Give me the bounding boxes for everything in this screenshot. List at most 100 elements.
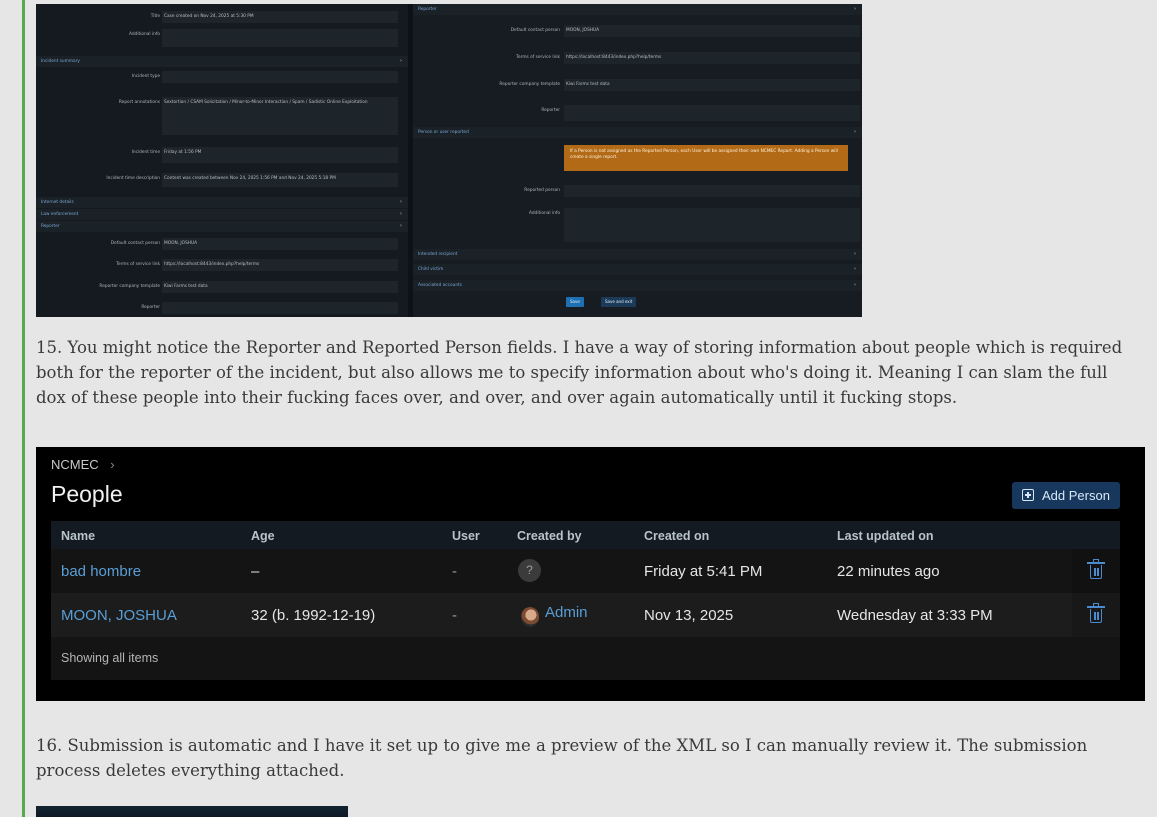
chevron-right-icon: ›	[854, 282, 856, 288]
field-input[interactable]: Kiwi Farms test data	[162, 281, 398, 293]
column-header-user[interactable]: User	[452, 529, 480, 543]
form-row-right: Reporter company template Kiwi Farms test…	[413, 78, 862, 92]
column-header-created-by[interactable]: Created by	[517, 529, 582, 543]
field-input[interactable]: Friday at 1:56 PM	[162, 147, 398, 163]
field-label: Title	[150, 14, 160, 19]
field-input[interactable]	[162, 302, 398, 314]
delete-button[interactable]	[1072, 549, 1120, 593]
section-label: Internet details	[41, 200, 74, 205]
people-table: Name Age User Created by Created on Last…	[51, 521, 1120, 680]
field-label: Reporter company template	[499, 82, 560, 87]
field-input[interactable]: https://localhost:8443/index.php?help/te…	[564, 52, 860, 64]
created-on: Nov 13, 2025	[644, 607, 734, 624]
person-age: –	[251, 563, 260, 580]
table-footer: Showing all items	[51, 637, 1120, 680]
form-row-left: Report annotations Sextortion / CSAM Soli…	[36, 96, 408, 136]
column-header-name[interactable]: Name	[61, 529, 95, 543]
field-input[interactable]: https://localhost:8443/index.php?help/te…	[162, 259, 398, 271]
created-on: Friday at 5:41 PM	[644, 563, 763, 580]
form-row-left: Reporter	[36, 301, 408, 315]
breadcrumb-ncmec[interactable]: NCMEC	[51, 457, 99, 472]
field-label: Default contact person	[510, 28, 560, 33]
field-input[interactable]	[162, 71, 398, 83]
person-age: 32 (b. 1992-12-19)	[251, 607, 376, 624]
form-row-left: Default contact person MOON, JOSHUA	[36, 237, 408, 251]
field-input[interactable]	[564, 208, 860, 242]
field-label: Report annotations	[118, 100, 160, 105]
field-input[interactable]: Content was created between Nov 24, 2025…	[162, 173, 398, 187]
field-input[interactable]	[564, 105, 860, 121]
section-label: Law enforcement	[41, 212, 79, 217]
last-updated: 22 minutes ago	[837, 563, 940, 580]
chevron-right-icon: ›	[400, 223, 402, 229]
form-row-left: Title Case created on Nov 24, 2025 at 5:3…	[36, 10, 408, 24]
form-section-right[interactable]: Associated accounts ›	[413, 280, 862, 291]
form-section-left[interactable]: Law enforcement ›	[36, 209, 408, 220]
form-section-right[interactable]: Child victim ›	[413, 264, 862, 275]
form-section-left[interactable]: Incident summary ›	[36, 56, 408, 67]
person-user: -	[452, 607, 457, 624]
chevron-right-icon: ›	[854, 266, 856, 272]
field-label: Incident time	[131, 150, 160, 155]
table-row[interactable]: bad hombre – - ? Friday at 5:41 PM 22 mi…	[51, 549, 1120, 593]
last-updated: Wednesday at 3:33 PM	[837, 607, 993, 624]
save-button[interactable]: Save	[566, 297, 584, 307]
column-header-last-updated[interactable]: Last updated on	[837, 529, 934, 543]
field-label: Incident time description	[106, 176, 160, 181]
section-label: Person or user reported	[418, 130, 469, 135]
chevron-right-icon: ›	[400, 211, 402, 217]
field-label: Default contact person	[110, 241, 160, 246]
form-left-column: Title Case created on Nov 24, 2025 at 5:3…	[36, 4, 408, 317]
plus-square-icon	[1022, 489, 1034, 501]
field-label: Reporter	[141, 305, 160, 310]
avatar	[521, 607, 539, 627]
field-input[interactable]: Case created on Nov 24, 2025 at 5:30 PM	[162, 11, 398, 23]
showing-items-label: Showing all items	[61, 651, 159, 665]
section-label: Reporter	[418, 7, 437, 12]
paragraph-15: 15. You might notice the Reporter and Re…	[36, 338, 1123, 407]
form-row-left: Incident time Friday at 1:56 PM	[36, 146, 408, 164]
field-input[interactable]: MOON, JOSHUA	[564, 25, 860, 37]
form-section-right[interactable]: Person or user reported ›	[413, 127, 862, 138]
field-input[interactable]: Kiwi Farms test data	[564, 79, 860, 91]
page-margin	[0, 0, 12, 817]
field-label: Terms of service link	[116, 262, 160, 267]
column-header-created-on[interactable]: Created on	[644, 529, 709, 543]
section-label: Incident summary	[41, 59, 80, 64]
form-section-left[interactable]: Reporter ›	[36, 221, 408, 232]
field-label: Terms of service link	[516, 55, 560, 60]
table-header: Name Age User Created by Created on Last…	[51, 521, 1120, 549]
form-section-right[interactable]: Intended recipient ›	[413, 249, 862, 260]
quote-rule	[22, 0, 25, 817]
form-row-right: Terms of service link https://localhost:8…	[413, 51, 862, 65]
column-header-age[interactable]: Age	[251, 529, 275, 543]
section-label: Child victim	[418, 267, 444, 272]
people-screenshot: NCMEC › People Add Person Name Age User …	[36, 447, 1145, 701]
field-input[interactable]: MOON, JOSHUA	[162, 238, 398, 250]
table-row[interactable]: MOON, JOSHUA 32 (b. 1992-12-19) - Admin …	[51, 593, 1120, 637]
person-user: -	[452, 563, 457, 580]
form-row-right: Reporter	[413, 104, 862, 122]
field-input[interactable]: Sextortion / CSAM Solicitation / Minor-t…	[162, 97, 398, 135]
chevron-right-icon: ›	[400, 58, 402, 64]
form-section-left[interactable]: Internet details ›	[36, 197, 408, 208]
person-name-link[interactable]: MOON, JOSHUA	[61, 607, 177, 624]
field-label: Incident type	[131, 74, 160, 79]
form-row-left: Terms of service link https://localhost:8…	[36, 258, 408, 272]
delete-button[interactable]	[1072, 593, 1120, 637]
section-label: Associated accounts	[418, 283, 463, 288]
field-input[interactable]	[564, 185, 860, 197]
chevron-right-icon: ›	[854, 129, 856, 135]
chevron-right-icon: ›	[854, 6, 856, 12]
form-row-right: Default contact person MOON, JOSHUA	[413, 24, 862, 38]
created-by-link[interactable]: Admin	[545, 604, 588, 621]
breadcrumb: NCMEC ›	[51, 457, 115, 472]
person-name-link[interactable]: bad hombre	[61, 563, 141, 580]
form-section-right[interactable]: Reporter ›	[413, 4, 862, 15]
field-input[interactable]	[162, 29, 398, 47]
form-row-left: Incident time description Content was cre…	[36, 172, 408, 188]
save-and-exit-button[interactable]: Save and exit	[601, 297, 637, 307]
form-row-right: Additional info	[413, 207, 862, 243]
add-person-button[interactable]: Add Person	[1012, 482, 1120, 509]
form-row-left: Incident type	[36, 70, 408, 84]
